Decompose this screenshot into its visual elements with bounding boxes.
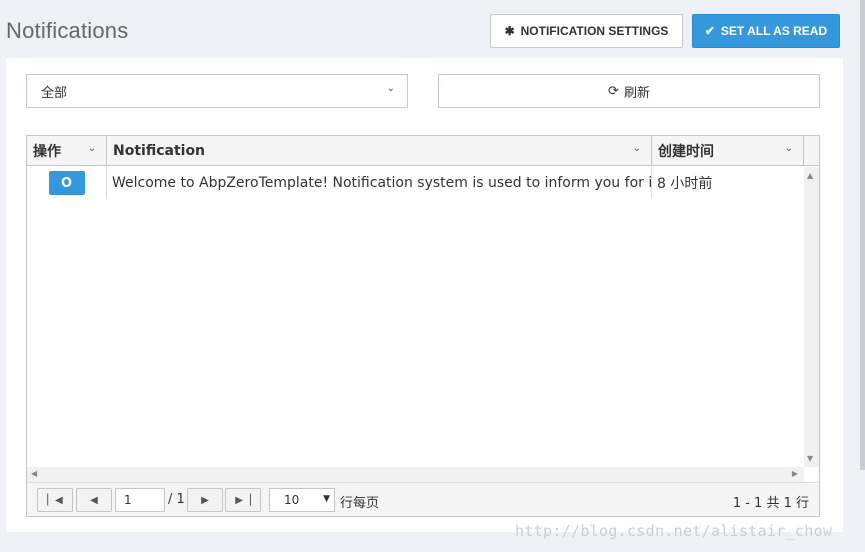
column-header-actions[interactable]: 操作 ⌄ <box>27 136 107 166</box>
set-all-as-read-label: SET ALL AS READ <box>720 24 828 38</box>
state-filter-value: 全部 <box>41 85 68 101</box>
chevron-down-icon[interactable]: ⌄ <box>785 143 793 154</box>
notification-cell: Welcome to AbpZeroTemplate! Notification… <box>107 167 652 199</box>
scroll-right-icon[interactable]: ▶ <box>792 469 798 478</box>
column-header-label: Notification <box>113 143 206 159</box>
notification-settings-label: NOTIFICATION SETTINGS <box>520 24 669 38</box>
refresh-button[interactable]: ⟳ 刷新 <box>438 74 820 108</box>
chevron-down-icon: ⌄ <box>386 83 395 94</box>
horizontal-scrollbar[interactable]: ◀ ▶ <box>27 467 804 482</box>
column-header-created[interactable]: 创建时间 ⌄ <box>652 136 804 166</box>
set-all-as-read-button[interactable]: ✔ SET ALL AS READ <box>692 14 840 48</box>
first-page-icon: ▏◀ <box>47 494 63 506</box>
last-page-icon: ▶▕ <box>235 494 251 506</box>
scroll-down-icon[interactable]: ▼ <box>807 454 813 463</box>
scroll-up-icon[interactable]: ▲ <box>807 171 813 180</box>
column-header-label: 操作 <box>33 144 61 160</box>
action-cell: O <box>27 167 107 199</box>
mark-as-read-button[interactable]: O <box>48 171 85 195</box>
table-row[interactable]: O Welcome to AbpZeroTemplate! Notificati… <box>27 167 804 199</box>
vertical-scrollbar[interactable]: ▲ ▼ <box>804 167 819 467</box>
refresh-label: 刷新 <box>623 85 650 101</box>
page-title: Notifications <box>6 18 129 43</box>
window-scrollbar[interactable] <box>860 0 865 470</box>
watermark: http://blog.csdn.net/alistair_chow <box>515 522 833 540</box>
notifications-grid: 操作 ⌄ Notification ⌄ 创建时间 ⌄ O Welcome to … <box>26 135 820 517</box>
pager-summary: 1 - 1 共 1 行 <box>732 496 809 511</box>
total-pages: / 1 <box>168 492 185 507</box>
last-page-button[interactable]: ▶▕ <box>225 488 261 512</box>
notification-settings-button[interactable]: ✱ NOTIFICATION SETTINGS <box>490 14 683 48</box>
first-page-button[interactable]: ▏◀ <box>37 488 73 512</box>
chevron-down-icon[interactable]: ⌄ <box>88 143 96 154</box>
page-size-select[interactable]: 10 ▼ <box>269 488 335 512</box>
previous-page-icon: ◀ <box>90 494 98 506</box>
state-filter-select[interactable]: 全部 ⌄ <box>26 74 408 108</box>
pager: ▏◀ ◀ 1 / 1 ▶ ▶▕ 10 ▼ 行每页 1 - 1 共 1 行 <box>27 482 819 516</box>
check-icon: ✔ <box>704 24 715 38</box>
page-number-input[interactable]: 1 <box>115 488 165 512</box>
per-page-label: 行每页 <box>340 496 380 511</box>
column-header-filler <box>804 136 819 166</box>
gear-icon: ✱ <box>504 24 515 38</box>
created-time-cell: 8 小时前 <box>657 176 713 192</box>
grid-header: 操作 ⌄ Notification ⌄ 创建时间 ⌄ <box>27 136 819 166</box>
scroll-left-icon[interactable]: ◀ <box>31 469 37 478</box>
refresh-icon: ⟳ <box>608 83 619 99</box>
chevron-down-icon[interactable]: ⌄ <box>633 143 641 154</box>
next-page-icon: ▶ <box>201 494 209 506</box>
column-header-label: 创建时间 <box>658 144 714 160</box>
previous-page-button[interactable]: ◀ <box>76 488 112 512</box>
caret-down-icon: ▼ <box>323 494 330 504</box>
column-header-notification[interactable]: Notification ⌄ <box>107 136 652 166</box>
page-size-value: 10 <box>284 493 300 507</box>
next-page-button[interactable]: ▶ <box>187 488 223 512</box>
